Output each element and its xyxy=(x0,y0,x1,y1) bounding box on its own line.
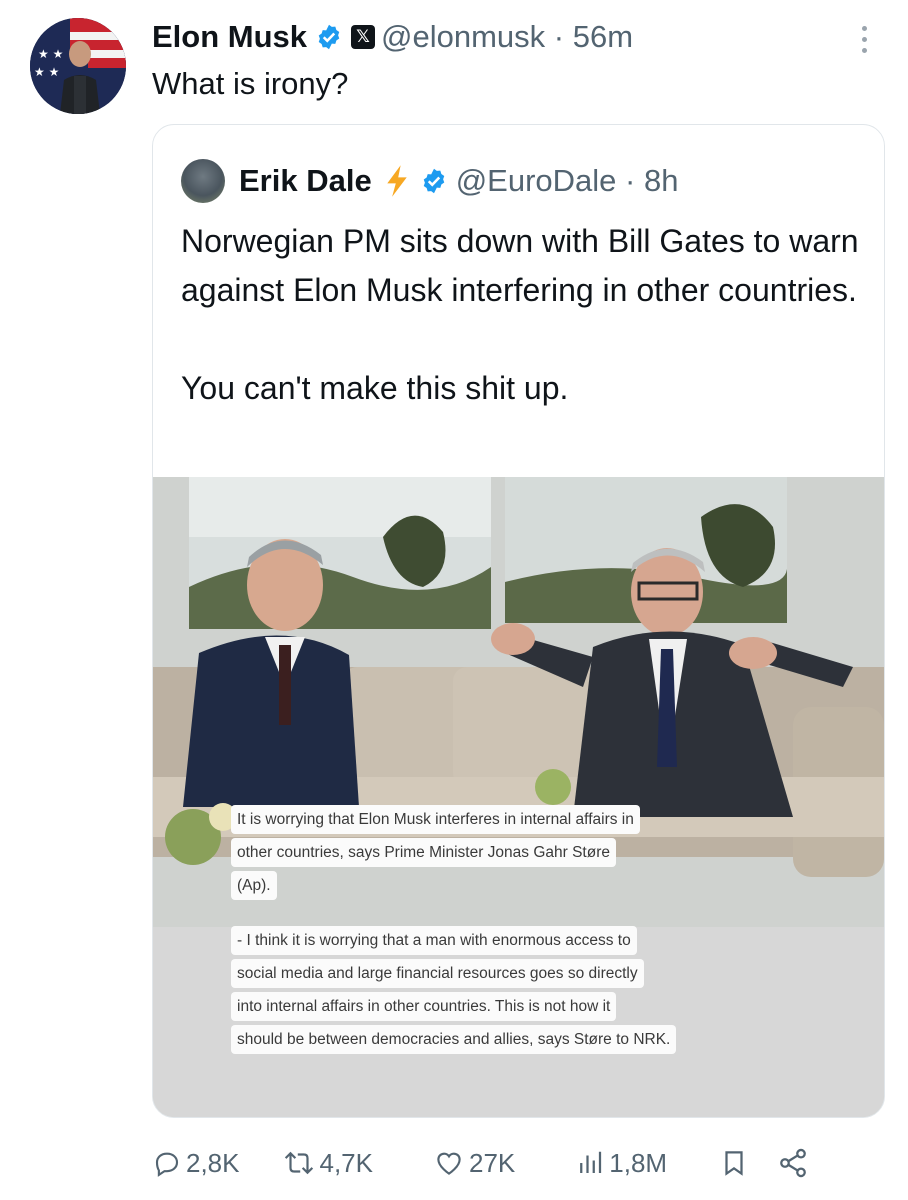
caption-line: - I think it is worrying that a man with… xyxy=(231,926,637,955)
author-name[interactable]: Elon Musk xyxy=(152,19,307,55)
caption-line: into internal affairs in other countries… xyxy=(231,992,617,1021)
more-options-icon[interactable] xyxy=(862,26,870,53)
svg-text:★ ★: ★ ★ xyxy=(38,47,63,61)
caption-line: other countries, says Prime Minister Jon… xyxy=(231,838,616,867)
avatar-image: ★ ★ ★ ★ xyxy=(30,18,126,114)
quoted-text-paragraph-2: You can't make this shit up. xyxy=(181,370,569,406)
verified-badge-icon xyxy=(318,24,340,50)
lightning-bolt-icon xyxy=(386,165,407,197)
reply-count: 2,8K xyxy=(186,1147,240,1178)
caption-line: should be between democracies and allies… xyxy=(231,1025,677,1054)
caption-line: (Ap). xyxy=(231,871,277,900)
quoted-header: Erik Dale @EuroDale · 8h xyxy=(181,159,678,203)
share-button[interactable] xyxy=(777,1147,813,1179)
x-affiliation-icon: 𝕏 xyxy=(351,25,376,49)
quoted-text: Norwegian PM sits down with Bill Gates t… xyxy=(181,217,871,413)
tweet-text: What is irony? xyxy=(152,66,349,101)
caption-line: It is worrying that Elon Musk interferes… xyxy=(231,805,640,834)
share-icon xyxy=(780,1148,806,1178)
views-count: 1,8M xyxy=(609,1147,668,1178)
bookmark-icon xyxy=(725,1151,743,1176)
quoted-tweet-image[interactable]: It is worrying that Elon Musk interferes… xyxy=(153,477,884,1117)
repost-button[interactable]: 4,7K xyxy=(282,1147,374,1179)
verified-badge-icon xyxy=(423,168,444,194)
quoted-author-name[interactable]: Erik Dale xyxy=(239,163,372,199)
caption-line: social media and large financial resourc… xyxy=(231,959,644,988)
like-count: 27K xyxy=(469,1147,516,1178)
bookmark-button[interactable] xyxy=(719,1147,753,1179)
quoted-tweet-card[interactable]: Erik Dale @EuroDale · 8h Norwegian PM si… xyxy=(152,124,885,1118)
author-avatar[interactable]: ★ ★ ★ ★ xyxy=(30,18,126,114)
reply-button[interactable]: 2,8K xyxy=(152,1148,240,1179)
reply-icon xyxy=(155,1152,179,1177)
quoted-author-avatar[interactable] xyxy=(181,159,225,203)
repost-count: 4,7K xyxy=(319,1147,374,1178)
like-button[interactable]: 27K xyxy=(433,1148,515,1179)
heart-icon xyxy=(437,1152,461,1175)
image-caption: It is worrying that Elon Musk interferes… xyxy=(231,803,811,1078)
views-icon xyxy=(580,1151,602,1173)
tweet-actions-bar: 2,8K 4,7K 27K 1,8M xyxy=(152,1142,872,1184)
svg-text:★ ★: ★ ★ xyxy=(34,65,59,79)
tweet-header: Elon Musk 𝕏 @elonmusk · 56m xyxy=(152,16,633,58)
quoted-text-paragraph-1: Norwegian PM sits down with Bill Gates t… xyxy=(181,223,859,308)
author-handle-time[interactable]: @elonmusk · 56m xyxy=(381,19,633,55)
repost-icon xyxy=(284,1151,313,1175)
views-button[interactable]: 1,8M xyxy=(575,1148,667,1179)
quoted-handle-time[interactable]: @EuroDale · 8h xyxy=(456,163,679,199)
